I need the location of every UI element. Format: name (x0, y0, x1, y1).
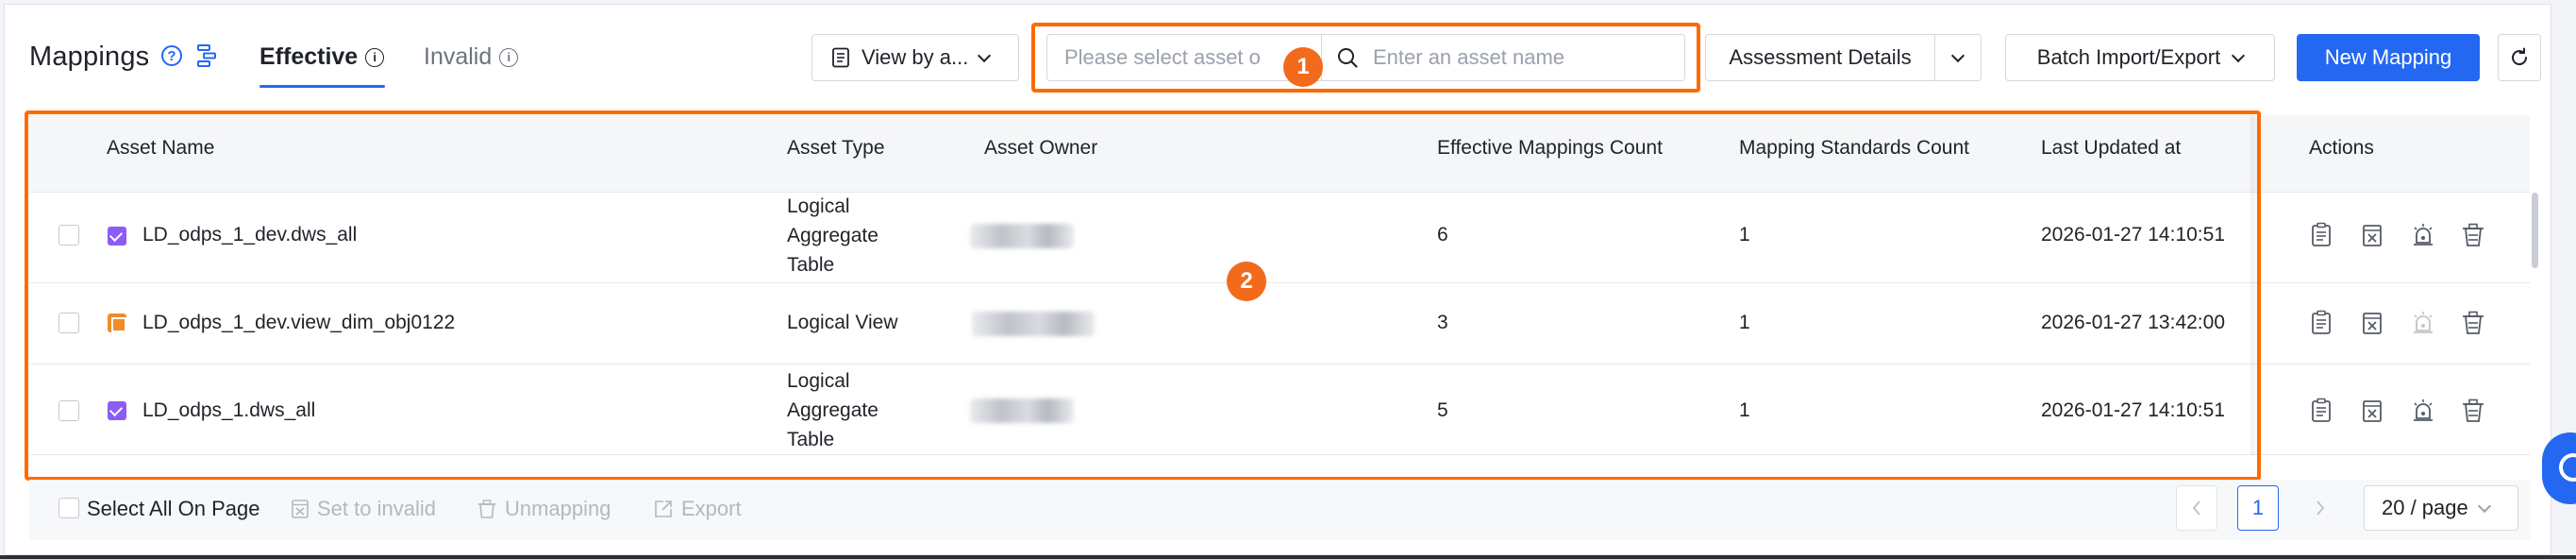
alert-icon[interactable] (2411, 222, 2435, 248)
view-by-dropdown[interactable]: View by a... (811, 34, 1019, 81)
help-icon[interactable]: ? (161, 45, 182, 66)
details-icon[interactable] (2309, 222, 2333, 248)
chevron-down-icon (1950, 48, 1965, 62)
tab-invalid-label: Invalid (424, 43, 493, 70)
export-button[interactable]: Export (653, 497, 742, 521)
info-icon: i (499, 47, 519, 67)
info-icon: i (365, 47, 385, 67)
list-icon (832, 47, 849, 68)
page-number-current[interactable]: 1 (2237, 485, 2279, 531)
step-marker-1: 1 (1283, 47, 1323, 87)
set-invalid-button[interactable]: Set to invalid (291, 497, 436, 521)
export-icon (655, 500, 672, 517)
lineage-icon[interactable] (196, 43, 217, 68)
next-page-button[interactable] (2300, 485, 2341, 531)
details-icon[interactable] (2309, 398, 2333, 424)
active-tab-indicator (259, 85, 385, 88)
refresh-button[interactable] (2498, 34, 2541, 81)
new-mapping-button[interactable]: New Mapping (2297, 34, 2480, 81)
page-size-label: 20 / page (2382, 496, 2468, 519)
details-icon[interactable] (2309, 310, 2333, 336)
set-invalid-icon[interactable] (2360, 398, 2384, 424)
step-marker-2: 2 (1227, 262, 1266, 301)
select-all-text: Select All On Page (87, 497, 260, 520)
tab-invalid[interactable]: Invalid i (424, 43, 519, 71)
tab-effective-label: Effective (259, 43, 359, 70)
unmapping-icon (477, 500, 496, 518)
tab-effective[interactable]: Effective i (259, 43, 385, 71)
set-invalid-label: Set to invalid (317, 497, 436, 520)
unmapping-icon[interactable] (2461, 222, 2485, 248)
unmapping-icon[interactable] (2461, 310, 2485, 336)
chevron-down-icon (2232, 48, 2246, 62)
set-invalid-icon[interactable] (2360, 222, 2384, 248)
chevron-right-icon (2317, 500, 2325, 516)
assessment-dropdown-toggle[interactable] (1934, 34, 1982, 81)
new-mapping-label: New Mapping (2324, 45, 2452, 69)
unmapping-label: Unmapping (505, 497, 611, 520)
batch-import-export-button[interactable]: Batch Import/Export (2005, 34, 2275, 81)
set-invalid-icon[interactable] (2360, 310, 2384, 336)
assessment-details-label: Assessment Details (1729, 45, 1912, 69)
page-size-select[interactable]: 20 / page (2364, 485, 2518, 531)
page-title: Mappings (29, 42, 150, 72)
chevron-down-icon (978, 48, 992, 62)
chevron-down-icon (2477, 499, 2491, 513)
select-all-checkbox[interactable] (59, 498, 79, 518)
alert-icon[interactable] (2411, 398, 2435, 424)
assessment-details-button[interactable]: Assessment Details (1705, 34, 1935, 81)
table-scrollbar-thumb[interactable] (2532, 193, 2538, 268)
alert-icon (2411, 310, 2435, 336)
view-by-label: View by a... (861, 45, 969, 69)
highlight-box-table (25, 110, 2261, 481)
select-all-label[interactable]: Select All On Page (87, 497, 259, 521)
window-bottom-edge (0, 555, 2576, 559)
highlight-box-filters (1031, 23, 1700, 93)
set-invalid-icon (292, 500, 309, 518)
unmapping-icon[interactable] (2461, 398, 2485, 424)
refresh-icon (2512, 47, 2528, 66)
export-label: Export (681, 497, 742, 520)
chevron-left-icon (2192, 500, 2200, 516)
batch-import-export-label: Batch Import/Export (2036, 45, 2221, 69)
column-header-actions: Actions (2309, 137, 2374, 159)
previous-page-button[interactable] (2176, 485, 2217, 531)
unmapping-button[interactable]: Unmapping (477, 497, 611, 521)
